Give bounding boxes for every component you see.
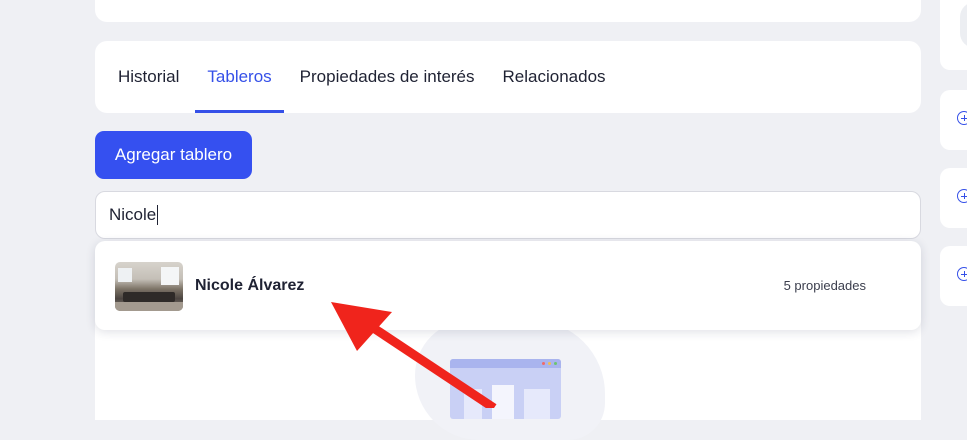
thumbnail-window xyxy=(161,267,179,285)
tab-label: Historial xyxy=(118,67,180,86)
result-count: 5 propiedades xyxy=(783,278,866,293)
tab-label: Propiedades de interés xyxy=(299,67,475,86)
search-text: Nicole xyxy=(109,205,157,224)
tab-tableros[interactable]: Tableros xyxy=(195,41,284,113)
search-results-dropdown: Nicole Álvarez 5 propiedades xyxy=(95,241,921,330)
thumbnail-sofa xyxy=(123,292,175,302)
thumbnail-floor xyxy=(115,302,183,311)
side-card xyxy=(940,90,967,150)
empty-state-panel xyxy=(95,320,921,440)
window-dot-yellow xyxy=(548,362,551,365)
plus-circle-icon[interactable] xyxy=(957,111,967,125)
thumbnail-window xyxy=(118,268,132,282)
board-thumbnail xyxy=(115,262,183,311)
window-dot-green xyxy=(554,362,557,365)
tab-propiedades-de-interes[interactable]: Propiedades de interés xyxy=(300,41,475,113)
search-input[interactable]: Nicole xyxy=(95,191,921,239)
active-tab-indicator xyxy=(195,110,284,113)
tab-relacionados[interactable]: Relacionados xyxy=(503,41,606,113)
empty-state-illustration xyxy=(450,359,561,419)
top-card xyxy=(95,0,921,22)
illustration-pane xyxy=(524,389,550,419)
window-dot-red xyxy=(542,362,545,365)
tab-label: Tableros xyxy=(207,67,272,86)
side-card xyxy=(940,246,967,306)
add-board-button[interactable]: Agregar tablero xyxy=(95,131,252,179)
plus-circle-icon[interactable] xyxy=(957,189,967,203)
tabs: Historial Tableros Propiedades de interé… xyxy=(95,41,606,113)
tabs-bar: Historial Tableros Propiedades de interé… xyxy=(95,41,921,113)
search-input-value: Nicole xyxy=(109,192,159,238)
plus-circle-icon[interactable] xyxy=(957,267,967,281)
result-name: Nicole Álvarez xyxy=(195,277,305,294)
side-card xyxy=(940,168,967,228)
illustration-pane xyxy=(464,389,482,419)
side-chip xyxy=(960,2,967,48)
search-result-item[interactable]: Nicole Álvarez 5 propiedades xyxy=(95,241,921,330)
tab-historial[interactable]: Historial xyxy=(118,41,179,113)
text-caret xyxy=(157,204,159,225)
side-card xyxy=(940,0,967,70)
tab-label: Relacionados xyxy=(502,67,606,86)
illustration-pane xyxy=(492,385,514,419)
